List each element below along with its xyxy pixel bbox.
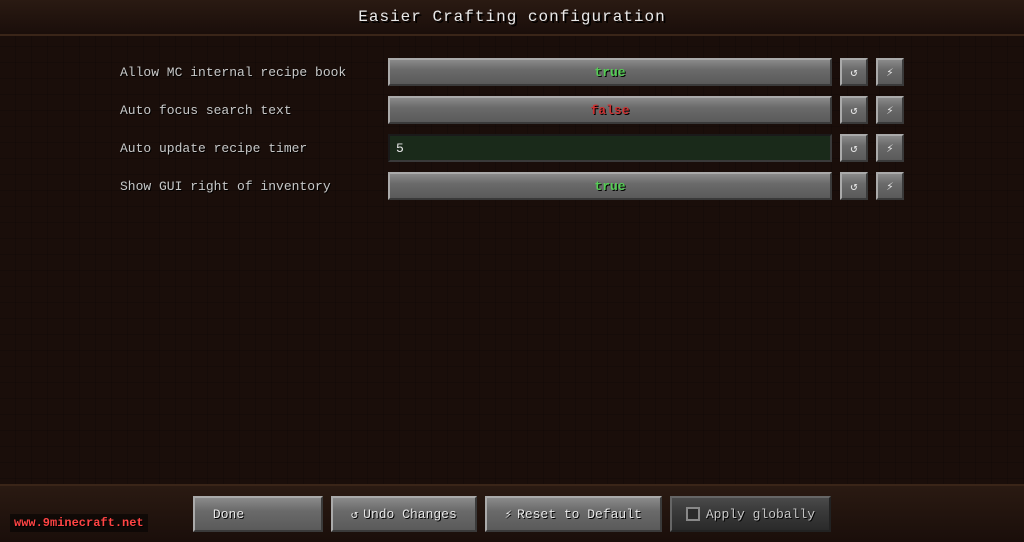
page-title: Easier Crafting configuration [358,8,665,26]
next-icon-1: ⚡ [886,103,893,118]
prev-icon-2: ↺ [850,141,857,156]
apply-globally-label: Apply globally [706,507,815,522]
prev-btn-3[interactable]: ↺ [840,172,868,200]
config-row-0: Allow MC internal recipe book true ↺ ⚡ [120,56,904,88]
toggle-allow-mc-internal-recipe-book[interactable]: true [388,58,832,86]
config-row-3: Show GUI right of inventory true ↺ ⚡ [120,170,904,202]
label-allow-mc-internal-recipe-book: Allow MC internal recipe book [120,65,380,80]
main-container: Easier Crafting configuration Allow MC i… [0,0,1024,542]
input-auto-update-recipe-timer[interactable] [388,134,832,162]
title-bar: Easier Crafting configuration [0,0,1024,36]
next-btn-3[interactable]: ⚡ [876,172,904,200]
value-auto-focus-search-text: false [590,103,629,118]
next-icon-0: ⚡ [886,65,893,80]
next-icon-2: ⚡ [886,141,893,156]
reset-icon: ⚡ [505,507,512,522]
label-auto-update-recipe-timer: Auto update recipe timer [120,141,380,156]
next-btn-0[interactable]: ⚡ [876,58,904,86]
next-btn-1[interactable]: ⚡ [876,96,904,124]
config-row-1: Auto focus search text false ↺ ⚡ [120,94,904,126]
label-show-gui-right-of-inventory: Show GUI right of inventory [120,179,380,194]
value-allow-mc-internal-recipe-book: true [594,65,625,80]
undo-changes-button[interactable]: ↺ Undo Changes [331,496,477,532]
prev-btn-2[interactable]: ↺ [840,134,868,162]
undo-icon: ↺ [351,507,358,522]
value-show-gui-right-of-inventory: true [594,179,625,194]
prev-btn-1[interactable]: ↺ [840,96,868,124]
prev-icon-3: ↺ [850,179,857,194]
config-panel: Allow MC internal recipe book true ↺ ⚡ A… [0,36,1024,484]
apply-globally-checkbox[interactable] [686,507,700,521]
watermark: www.9minecraft.net [10,514,148,532]
toggle-auto-focus-search-text[interactable]: false [388,96,832,124]
done-label: Done [213,507,244,522]
footer-bar: Done ↺ Undo Changes ⚡ Reset to Default A… [0,484,1024,542]
reset-label: Reset to Default [517,507,642,522]
done-button[interactable]: Done [193,496,323,532]
prev-icon-0: ↺ [850,65,857,80]
prev-icon-1: ↺ [850,103,857,118]
undo-label: Undo Changes [363,507,457,522]
next-btn-2[interactable]: ⚡ [876,134,904,162]
apply-globally-button[interactable]: Apply globally [670,496,831,532]
prev-btn-0[interactable]: ↺ [840,58,868,86]
toggle-show-gui-right-of-inventory[interactable]: true [388,172,832,200]
config-row-2: Auto update recipe timer ↺ ⚡ [120,132,904,164]
label-auto-focus-search-text: Auto focus search text [120,103,380,118]
reset-to-default-button[interactable]: ⚡ Reset to Default [485,496,662,532]
next-icon-3: ⚡ [886,179,893,194]
